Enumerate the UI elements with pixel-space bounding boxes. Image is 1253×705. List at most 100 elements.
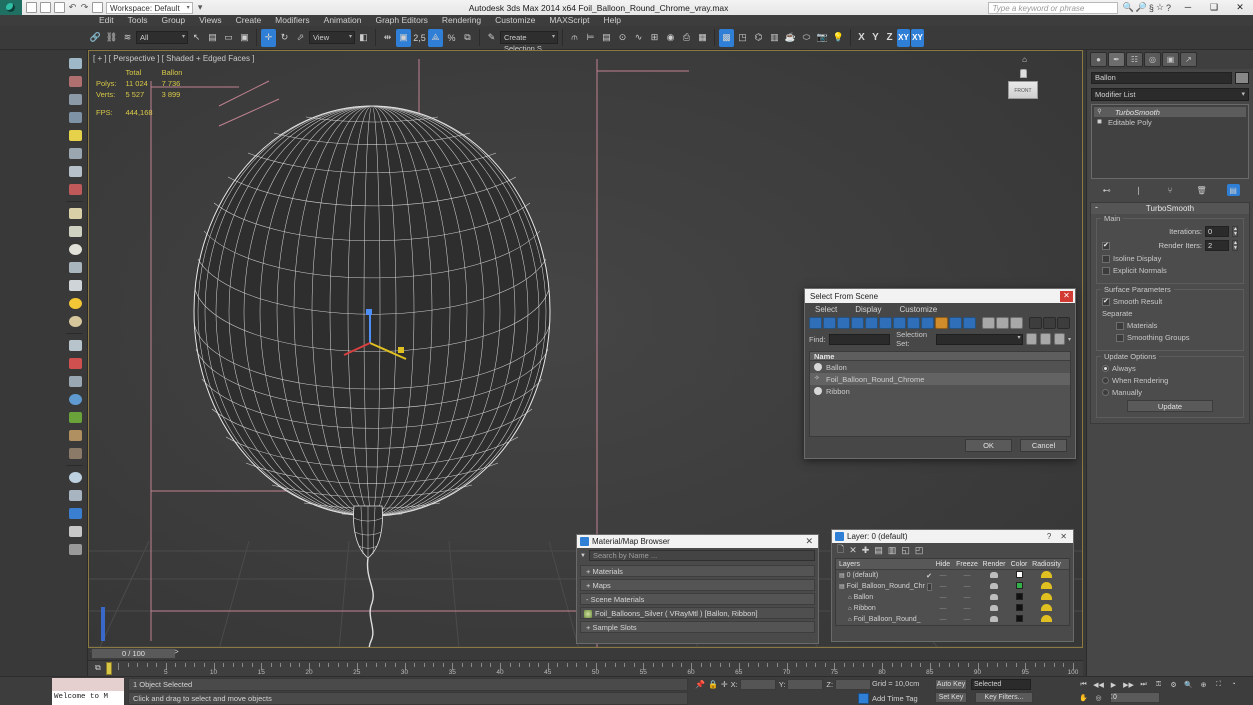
command-tab-display[interactable]: ▣ (1162, 52, 1179, 67)
layer-render-cell[interactable] (980, 582, 1008, 591)
vray-render-icon[interactable] (65, 181, 85, 198)
track-bar[interactable]: ⧉ 5 10 15 20 25 30 35 40 45 50 55 60 65 70 75 80 85 90 95 1… (88, 660, 1083, 676)
select-link-icon[interactable]: 🔗 (88, 29, 103, 47)
iterations-input[interactable]: 0 (1205, 226, 1229, 237)
sfs-columns-icon[interactable] (1057, 316, 1070, 329)
turbosmooth-header[interactable]: TurboSmooth (1091, 202, 1249, 214)
sfs-display-lights-icon[interactable] (851, 316, 864, 329)
time-configuration-icon[interactable]: ⚙ (1167, 679, 1180, 690)
mmb-options-icon[interactable]: ▼ (580, 553, 586, 559)
cone-icon[interactable] (65, 277, 85, 294)
sfs-filter-icon[interactable] (1029, 316, 1042, 329)
spinner-snap-icon[interactable]: ⧉ (460, 29, 475, 47)
reference-coordinate-combo[interactable]: View (309, 31, 355, 44)
globe-icon[interactable] (65, 391, 85, 408)
play-animation-icon[interactable]: ▶ (1107, 679, 1120, 690)
cylinder-icon[interactable]: ⬭ (799, 29, 814, 47)
select-and-move-icon[interactable]: ✛ (261, 28, 276, 47)
layer-render-cell[interactable] (980, 571, 1008, 580)
layer-row[interactable]: ▤ Foil_Balloon_Round_Chr — — (836, 581, 1069, 592)
curve-editor-icon[interactable]: ∿ (631, 29, 646, 47)
sfs-name-column-header[interactable]: Name (810, 352, 1070, 361)
workspace-selector[interactable]: Workspace: Default (106, 1, 193, 14)
constrain-xy-button[interactable]: XY (897, 28, 910, 47)
layer-render-cell[interactable] (980, 593, 1008, 602)
sfs-menu-customize[interactable]: Customize (899, 305, 937, 314)
camera-icon[interactable]: 📷 (815, 29, 830, 47)
track-bar-playhead[interactable] (106, 662, 112, 675)
sfs-add-set-icon[interactable] (1026, 333, 1038, 345)
zoom-all-icon[interactable]: ⊕ (1197, 679, 1210, 690)
modifier-base-icon[interactable]: ◼ (1096, 119, 1103, 126)
mmb-scene-material-item[interactable]: Foil_Balloons_Silver ( VRayMtl ) [Ballon… (580, 607, 815, 619)
pivot-center-icon[interactable]: ◧ (356, 29, 371, 47)
key-mode-toggle-icon[interactable]: ⚿ (1152, 679, 1165, 690)
layer-hide-cell[interactable]: — (932, 594, 954, 601)
separate-materials-checkbox[interactable] (1116, 321, 1124, 330)
pan-view-icon[interactable]: ✋ (1077, 692, 1090, 703)
map-icon[interactable] (65, 487, 85, 504)
mirror-tool-icon[interactable]: ⫙ (567, 29, 582, 47)
select-and-scale-icon[interactable]: ⬀ (293, 29, 308, 47)
viewcube-home-icon[interactable]: ⌂ (1022, 55, 1027, 64)
command-tab-utilities[interactable]: ↗ (1180, 52, 1197, 67)
layer-help-button[interactable]: ? (1044, 532, 1054, 541)
remove-modifier-icon[interactable]: 🗑 (1195, 184, 1208, 196)
mirror-icon[interactable]: ⇹ (380, 29, 395, 47)
animal-icon[interactable] (65, 427, 85, 444)
layer-color-swatch[interactable] (1015, 604, 1023, 611)
orbit-icon[interactable]: ◎ (1092, 692, 1105, 703)
render-frame-icon[interactable]: ▦ (695, 29, 710, 47)
mmb-section[interactable]: + Maps (580, 579, 815, 591)
constrain-z-button[interactable]: Z (883, 29, 896, 47)
command-tab-hierarchy[interactable]: ☷ (1126, 52, 1143, 67)
y-coordinate-field[interactable]: Y: (779, 679, 824, 690)
menu-item-graph-editors[interactable]: Graph Editors (368, 15, 434, 26)
named-selection-set-combo[interactable]: Create Selection S (500, 31, 558, 53)
auto-key-button[interactable]: Auto Key (935, 679, 967, 690)
sfs-remove-set-icon[interactable] (1040, 333, 1052, 345)
explicit-normals-checkbox[interactable] (1102, 266, 1110, 275)
maximize-viewport-icon[interactable]: ⛶ (1107, 692, 1120, 703)
selection-filter-combo[interactable]: All (136, 31, 188, 44)
layer-select-checkbox[interactable] (926, 582, 932, 591)
sfs-display-all-icon[interactable] (809, 316, 822, 329)
menu-item-customize[interactable]: Customize (488, 15, 542, 26)
mmb-close-button[interactable]: ✕ (805, 536, 815, 547)
select-and-rotate-icon[interactable]: ↻ (277, 29, 292, 47)
menu-item-animation[interactable]: Animation (317, 15, 369, 26)
constrain-x-button[interactable]: X (855, 29, 868, 47)
layer-col-radiosity[interactable]: Radiosity (1030, 561, 1063, 568)
track-bar-toggle-icon[interactable]: ⧉ (95, 663, 101, 673)
when-rendering-radio[interactable] (1102, 377, 1109, 384)
field-of-view-icon[interactable]: ◔ (1227, 679, 1240, 690)
angle-snap-value[interactable]: 2,5 (412, 29, 427, 47)
help-icon[interactable] (65, 541, 85, 558)
next-key-icon[interactable]: ▶▶ (1122, 679, 1135, 690)
render-panel-icon[interactable] (65, 109, 85, 126)
menu-item-modifiers[interactable]: Modifiers (268, 15, 316, 26)
layer-radiosity-cell[interactable] (1030, 571, 1063, 580)
layer-color-swatch[interactable] (1015, 615, 1023, 622)
sfs-ok-button[interactable]: OK (965, 439, 1012, 452)
layer-manager-icon[interactable]: ▤ (599, 29, 614, 47)
layer-col-render[interactable]: Render (980, 561, 1008, 568)
dome-icon[interactable] (65, 223, 85, 240)
bind-space-warp-icon[interactable]: ≋ (120, 29, 135, 47)
separate-smoothing-checkbox[interactable] (1116, 333, 1124, 342)
sfs-cancel-button[interactable]: Cancel (1020, 439, 1067, 452)
render-frame-icon[interactable] (65, 73, 85, 90)
sfs-menu-display[interactable]: Display (855, 305, 881, 314)
camera-rig-icon[interactable] (65, 145, 85, 162)
modifier-list-dropdown[interactable]: Modifier List (1091, 88, 1249, 101)
menu-item-edit[interactable]: Edit (92, 15, 121, 26)
add-time-tag-row[interactable]: Add Time Tag (858, 693, 918, 704)
viewcube[interactable]: FRONT (1004, 69, 1044, 107)
sphere-icon[interactable] (65, 241, 85, 258)
configure-modifier-sets-icon[interactable]: ▤ (1226, 184, 1240, 196)
sfs-display-children-icon[interactable] (963, 316, 976, 329)
select-object-icon[interactable]: ↖ (189, 29, 204, 47)
layer-hide-cell[interactable]: — (932, 605, 954, 612)
favorite-icon[interactable]: ☆ (1156, 2, 1164, 13)
eye-icon[interactable] (65, 259, 85, 276)
